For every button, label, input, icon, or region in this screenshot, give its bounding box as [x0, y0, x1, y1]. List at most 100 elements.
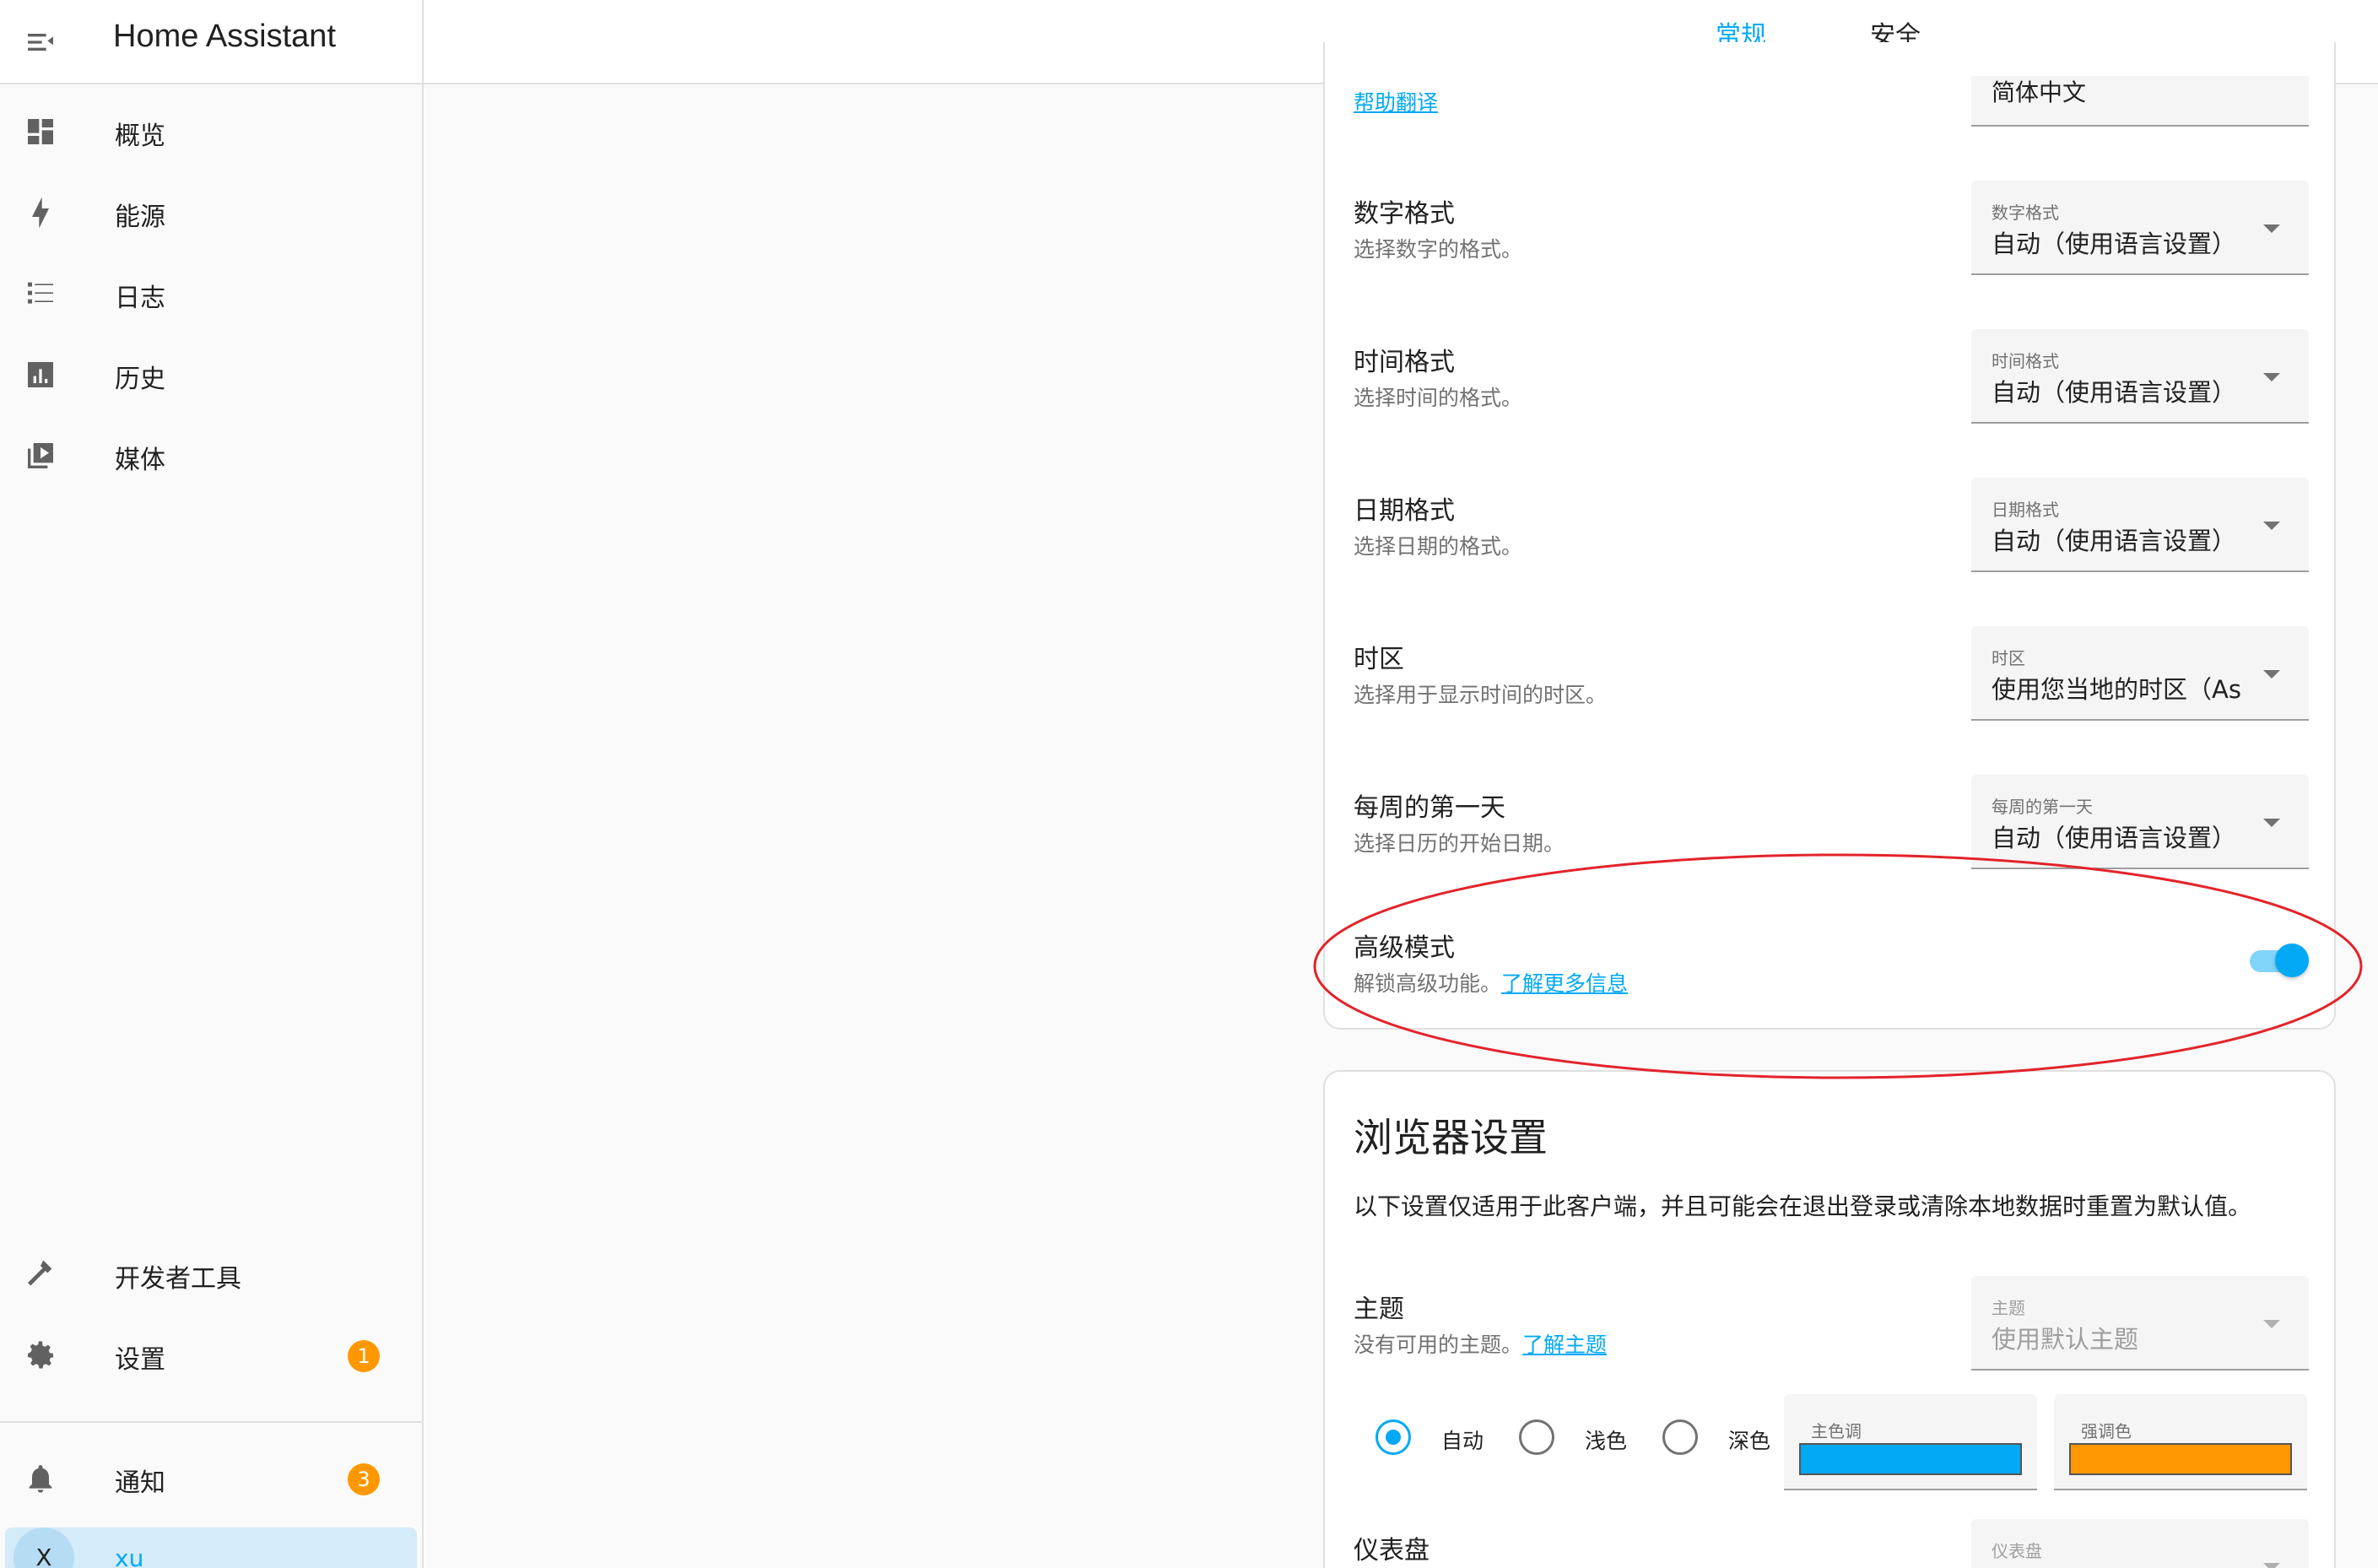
timezone-desc: 选择用于显示时间的时区。 — [1354, 683, 1608, 707]
browser-settings-title: 浏览器设置 — [1354, 1115, 1548, 1160]
sidebar-item-label: 能源 — [115, 203, 165, 232]
first-weekday-title: 每周的第一天 — [1354, 793, 1505, 823]
sidebar-item-settings[interactable]: 设置 1 — [0, 1317, 422, 1394]
toggle-thumb — [2275, 944, 2309, 977]
theme-select[interactable]: 主题 使用默认主题 — [1971, 1276, 2309, 1371]
select-value: 自动（使用语言设置） — [1992, 378, 2237, 407]
color-label: 主色调 — [1811, 1421, 1862, 1441]
sidebar-header: Home Assistant — [0, 0, 422, 84]
learn-themes-link[interactable]: 了解主题 — [1522, 1333, 1607, 1357]
learn-more-link[interactable]: 了解更多信息 — [1501, 971, 1628, 996]
time-format-title: 时间格式 — [1354, 348, 1455, 377]
sidebar-item-notifications[interactable]: 通知 3 — [0, 1440, 422, 1517]
lightning-bolt-icon — [24, 196, 57, 230]
advanced-mode-desc: 解锁高级功能。了解更多信息 — [1354, 967, 1628, 998]
select-value: 自动（使用语言设置） — [1992, 230, 2237, 258]
sidebar-item-label: 历史 — [115, 365, 165, 394]
timezone-title: 时区 — [1354, 645, 1404, 674]
theme-desc: 没有可用的主题。了解主题 — [1354, 1328, 1607, 1359]
sidebar-item-overview[interactable]: 概览 — [0, 93, 422, 170]
theme-desc-text: 没有可用的主题。 — [1354, 1333, 1523, 1357]
select-label: 数字格式 — [1992, 203, 2059, 223]
sidebar-item-label: 开发者工具 — [115, 1264, 241, 1294]
radio-circle — [1375, 1419, 1411, 1455]
time-format-desc: 选择时间的格式。 — [1354, 386, 1523, 410]
select-label: 仪表盘 — [1992, 1541, 2042, 1561]
sidebar-item-history[interactable]: 历史 — [0, 336, 422, 414]
language-select[interactable]: 简体中文 — [1971, 76, 2309, 127]
sidebar-divider — [0, 1421, 422, 1423]
chevron-down-icon — [2263, 1320, 2280, 1328]
list-icon — [24, 277, 57, 311]
select-label: 每周的第一天 — [1992, 797, 2093, 817]
help-translate-link[interactable]: 帮助翻译 — [1354, 86, 1438, 116]
accent-color-picker[interactable]: 强调色 — [2054, 1394, 2307, 1490]
radio-circle — [1662, 1419, 1698, 1455]
date-format-desc: 选择日期的格式。 — [1354, 534, 1523, 559]
user-name: xu — [115, 1544, 144, 1568]
primary-color-swatch — [1799, 1443, 2022, 1475]
app-title: Home Assistant — [113, 19, 336, 54]
dashboard-title: 仪表盘 — [1354, 1536, 1430, 1565]
sidebar-item-logbook[interactable]: 日志 — [0, 255, 422, 333]
chevron-down-icon — [2263, 522, 2280, 530]
select-value: 使用默认主题 — [1992, 1325, 2139, 1354]
advanced-mode-title: 高级模式 — [1354, 933, 1455, 963]
sidebar: Home Assistant 概览 能源 日志 历史 媒体 开发者工具 设置 1… — [0, 0, 424, 1568]
sidebar-item-media[interactable]: 媒体 — [0, 417, 422, 495]
sidebar-item-label: 概览 — [115, 122, 165, 151]
browser-settings-card: 浏览器设置 以下设置仅适用于此客户端，并且可能会在退出登录或清除本地数据时重置为… — [1323, 1070, 2336, 1568]
color-label: 强调色 — [2081, 1421, 2132, 1441]
timezone-select[interactable]: 时区 使用您当地的时区（As — [1971, 626, 2309, 721]
chevron-down-icon — [2263, 670, 2280, 679]
advanced-mode-toggle[interactable] — [2246, 944, 2310, 977]
select-value: 自动（使用语言设置） — [1992, 527, 2237, 555]
language-value: 简体中文 — [1992, 78, 2087, 106]
first-weekday-desc: 选择日历的开始日期。 — [1354, 831, 1565, 856]
sidebar-item-developer-tools[interactable]: 开发者工具 — [0, 1235, 422, 1313]
play-box-icon — [24, 439, 57, 473]
menu-collapse-icon[interactable] — [24, 25, 57, 59]
radio-label: 自动 — [1441, 1429, 1484, 1453]
select-label: 日期格式 — [1992, 500, 2059, 520]
select-value: 使用您当地的时区（As — [1992, 675, 2241, 704]
number-format-select[interactable]: 数字格式 自动（使用语言设置） — [1971, 181, 2309, 275]
primary-color-picker[interactable]: 主色调 — [1784, 1394, 2037, 1490]
sidebar-item-label: 设置 — [115, 1345, 165, 1375]
sidebar-item-label: 日志 — [115, 284, 165, 313]
accent-color-swatch — [2069, 1443, 2292, 1475]
dashboard-select[interactable]: 仪表盘 — [1971, 1519, 2309, 1568]
cog-icon — [24, 1338, 57, 1372]
dashboard-icon — [24, 115, 57, 149]
hammer-icon — [24, 1257, 57, 1291]
sidebar-item-label: 通知 — [115, 1468, 165, 1498]
chevron-down-icon — [2263, 224, 2280, 233]
select-label: 主题 — [1992, 1298, 2025, 1318]
sidebar-item-label: 媒体 — [115, 446, 165, 475]
chevron-down-icon — [2263, 373, 2280, 381]
date-format-select[interactable]: 日期格式 自动（使用语言设置） — [1971, 478, 2309, 572]
theme-title: 主题 — [1354, 1295, 1404, 1324]
radio-label: 深色 — [1728, 1429, 1771, 1453]
select-value: 自动（使用语言设置） — [1992, 824, 2237, 852]
sidebar-item-user[interactable]: X xu — [5, 1527, 417, 1568]
chevron-down-icon — [2263, 1563, 2280, 1568]
settings-badge: 1 — [348, 1340, 380, 1372]
radio-circle — [1519, 1419, 1554, 1455]
browser-settings-desc: 以下设置仅适用于此客户端，并且可能会在退出登录或清除本地数据时重置为默认值。 — [1354, 1192, 2252, 1220]
avatar: X — [14, 1527, 74, 1568]
date-format-title: 日期格式 — [1354, 496, 1455, 526]
radio-label: 浅色 — [1585, 1429, 1628, 1453]
number-format-desc: 选择数字的格式。 — [1354, 237, 1523, 262]
radio-dot — [1386, 1430, 1401, 1445]
chevron-down-icon — [2263, 819, 2280, 827]
notifications-badge: 3 — [348, 1463, 380, 1495]
select-label: 时区 — [1992, 648, 2025, 668]
first-weekday-select[interactable]: 每周的第一天 自动（使用语言设置） — [1971, 775, 2309, 869]
advanced-mode-desc-text: 解锁高级功能。 — [1354, 971, 1502, 996]
sidebar-item-energy[interactable]: 能源 — [0, 174, 422, 251]
time-format-select[interactable]: 时间格式 自动（使用语言设置） — [1971, 329, 2309, 424]
select-label: 时间格式 — [1992, 351, 2059, 371]
number-format-title: 数字格式 — [1354, 199, 1455, 229]
chart-box-icon — [24, 358, 57, 392]
